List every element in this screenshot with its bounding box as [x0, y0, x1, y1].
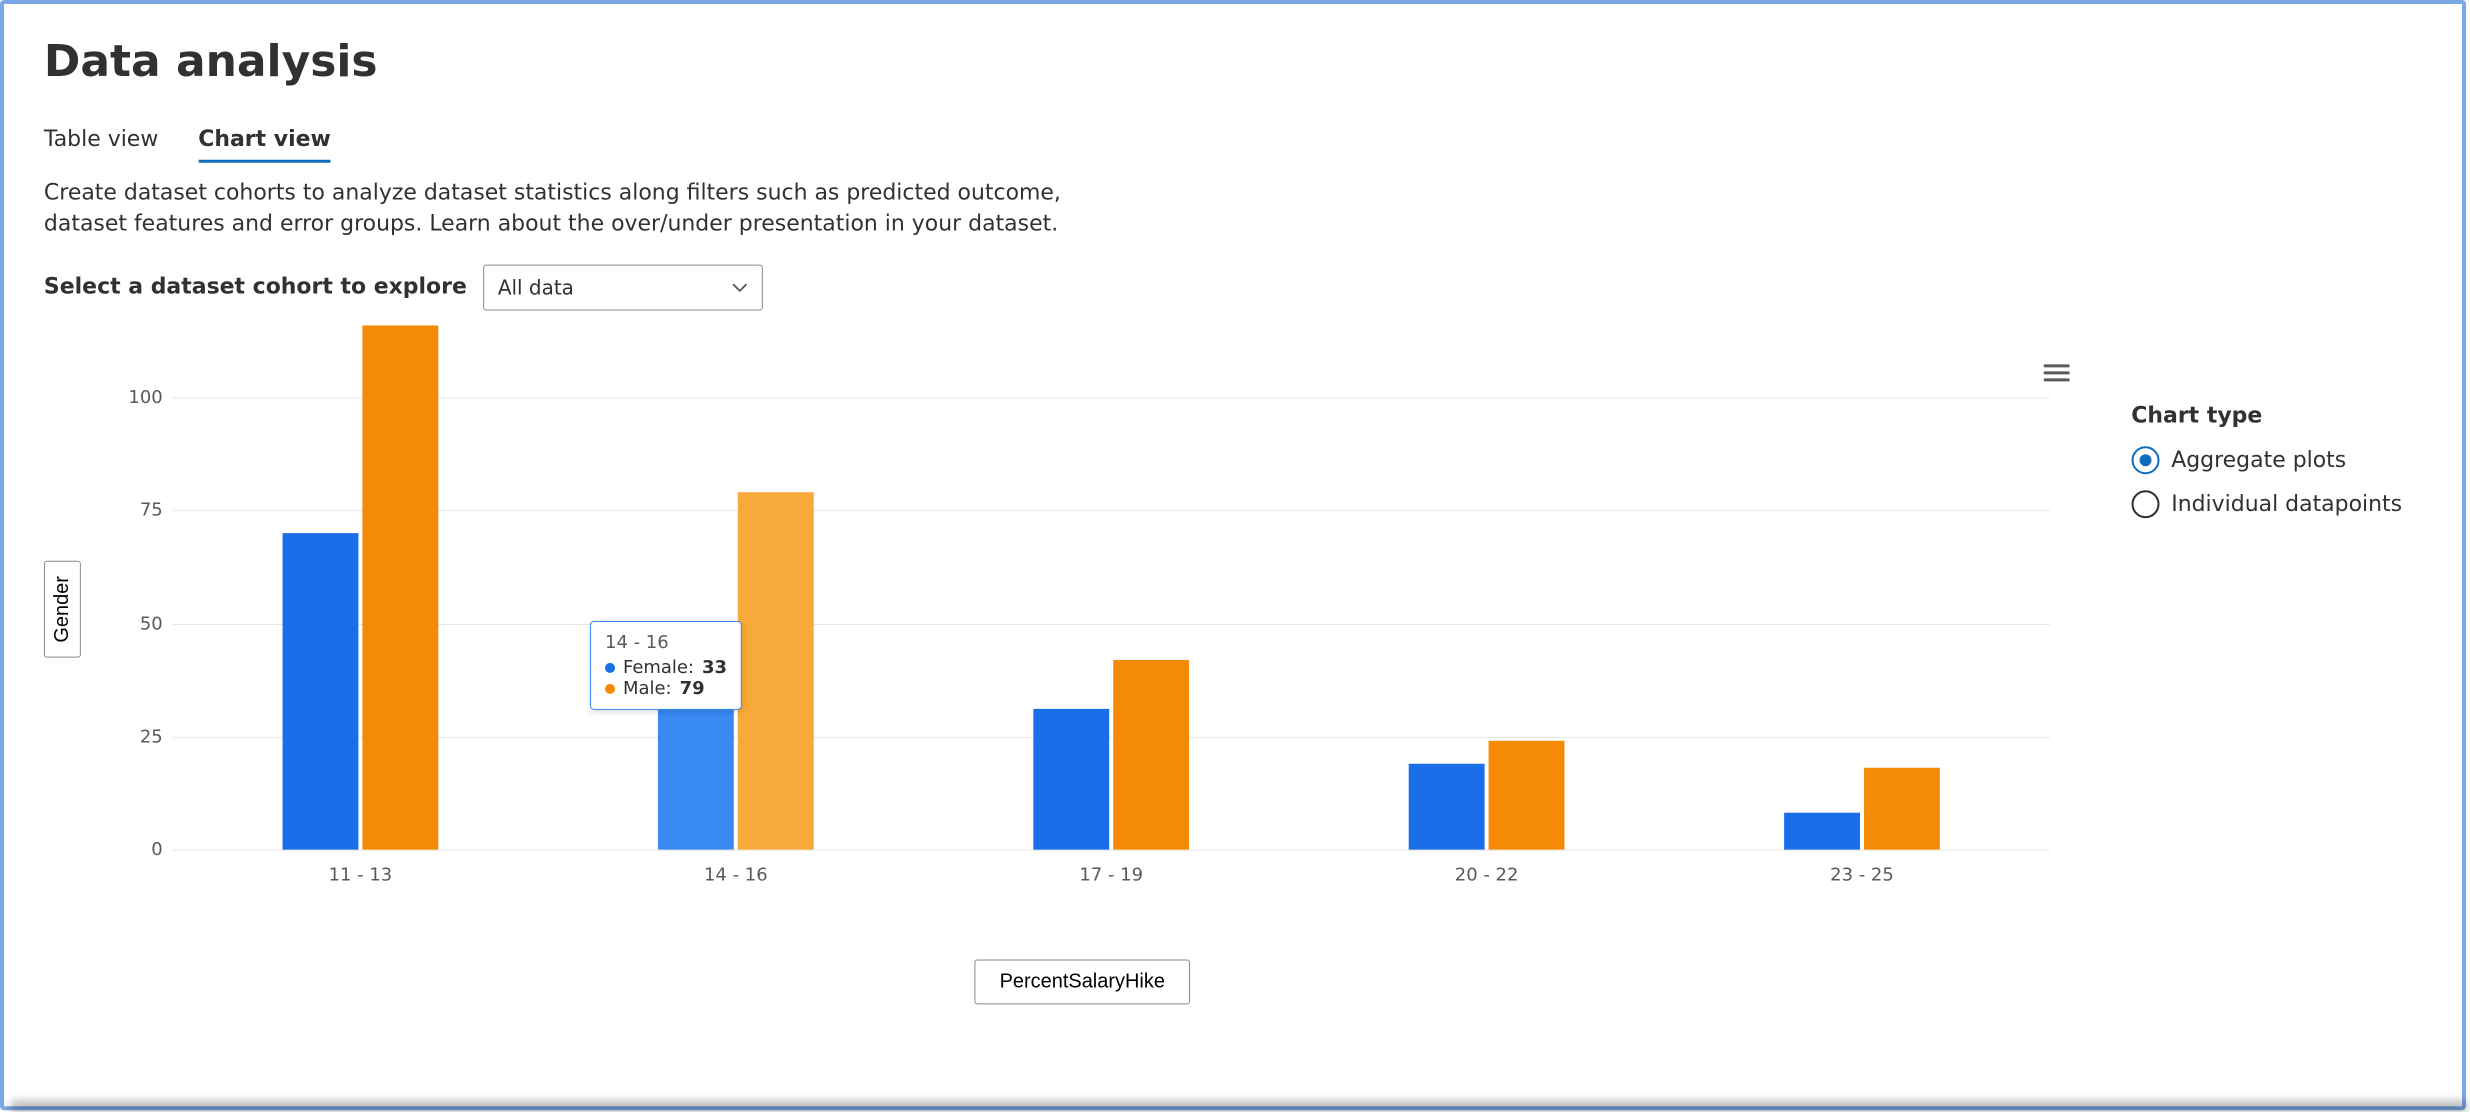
tooltip-row: Male: 79 — [605, 678, 727, 699]
radio-individual-datapoints[interactable]: Individual datapoints — [2131, 490, 2402, 518]
bar-female[interactable] — [1784, 813, 1860, 849]
view-tabs: Table view Chart view — [44, 127, 2422, 163]
cohort-selector-row: Select a dataset cohort to explore All d… — [44, 264, 2422, 310]
x-axis-row: PercentSalaryHike — [104, 959, 2061, 1004]
y-tick-label: 100 — [113, 387, 163, 408]
y-tick-label: 0 — [113, 839, 163, 860]
grid-line — [173, 511, 2050, 512]
plot-area[interactable]: 0 25 50 75 100 11 - 13 14 - 16 17 - 19 20 - 22 23… — [93, 330, 2050, 889]
tooltip-title: 14 - 16 — [605, 632, 727, 653]
chart-tooltip: 14 - 16Female: 33Male: 79 — [590, 621, 742, 710]
grid-line — [173, 623, 2050, 624]
tooltip-value: 33 — [702, 657, 727, 678]
radio-label: Individual datapoints — [2171, 492, 2402, 517]
tooltip-row: Female: 33 — [605, 657, 727, 678]
bar-female[interactable] — [658, 700, 734, 849]
y-tick-label: 50 — [113, 613, 163, 634]
bar-female[interactable] — [1033, 709, 1109, 849]
tooltip-value: 79 — [680, 678, 705, 699]
bar-male[interactable] — [1864, 768, 1940, 849]
legend-dot-icon — [605, 684, 615, 694]
chart-row: Gender 0 25 50 75 100 11 - 13 14 - 16 17 - 19 20… — [44, 330, 2422, 889]
tab-table-view[interactable]: Table view — [44, 127, 158, 163]
cohort-select[interactable]: All data — [483, 264, 763, 310]
tab-chart-view[interactable]: Chart view — [198, 127, 331, 163]
bar-male[interactable] — [1489, 741, 1565, 849]
panel-shadow — [10, 1100, 2468, 1112]
cohort-label: Select a dataset cohort to explore — [44, 275, 467, 300]
bar-male[interactable] — [362, 326, 438, 850]
chart-type-title: Chart type — [2131, 403, 2402, 428]
x-tick-label: 20 - 22 — [1455, 864, 1519, 885]
y-axis-button[interactable]: Gender — [44, 561, 81, 658]
x-axis-button[interactable]: PercentSalaryHike — [975, 959, 1190, 1004]
radio-label: Aggregate plots — [2171, 448, 2346, 473]
chevron-down-icon — [731, 279, 747, 295]
grid-line — [173, 736, 2050, 737]
grid-line — [173, 398, 2050, 399]
page-title: Data analysis — [44, 36, 2422, 87]
tooltip-series: Male: — [623, 678, 672, 699]
radio-aggregate-plots[interactable]: Aggregate plots — [2131, 446, 2402, 474]
radio-icon — [2131, 446, 2159, 474]
chart-type-panel: Chart type Aggregate plots Individual da… — [2131, 403, 2402, 534]
x-tick-label: 11 - 13 — [329, 864, 393, 885]
bar-male[interactable] — [1113, 660, 1189, 850]
y-tick-label: 75 — [113, 500, 163, 521]
tooltip-series: Female: — [623, 657, 694, 678]
bar-female[interactable] — [1409, 763, 1485, 849]
legend-dot-icon — [605, 663, 615, 673]
data-analysis-panel: Data analysis Table view Chart view Crea… — [0, 0, 2466, 1110]
bar-female[interactable] — [283, 533, 359, 849]
x-tick-label: 23 - 25 — [1830, 864, 1894, 885]
cohort-select-value: All data — [498, 275, 574, 299]
bar-chart[interactable]: 025507510011 - 1314 - 1617 - 1920 - 2223… — [173, 330, 2050, 849]
bar-male[interactable] — [738, 493, 814, 850]
x-tick-label: 14 - 16 — [704, 864, 768, 885]
x-tick-label: 17 - 19 — [1079, 864, 1143, 885]
grid-line — [173, 849, 2050, 850]
description-text: Create dataset cohorts to analyze datase… — [44, 179, 1142, 240]
y-tick-label: 25 — [113, 726, 163, 747]
radio-icon — [2131, 490, 2159, 518]
